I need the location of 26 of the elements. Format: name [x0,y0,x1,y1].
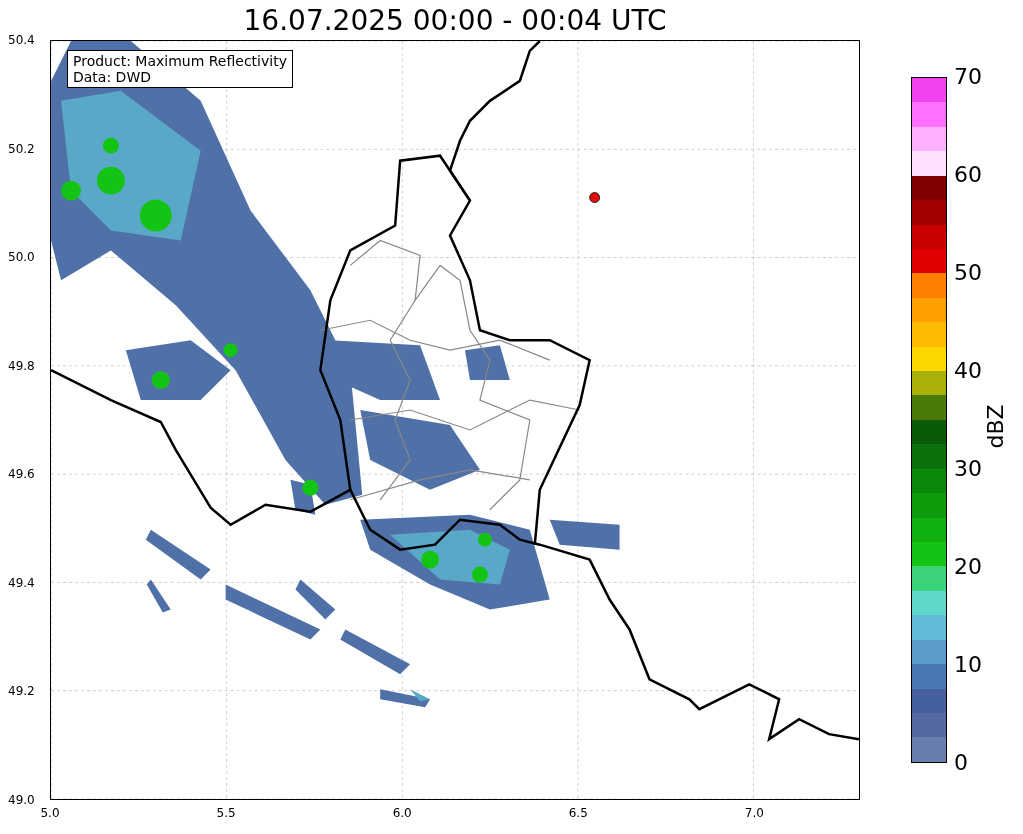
y-tick-label: 50.2 [8,141,35,156]
y-tick-label: 49.0 [8,793,35,807]
colorbar-tick-label: 40 [954,358,982,384]
x-tick-label: 5.5 [216,806,236,820]
colorbar-tick-label: 60 [954,162,982,188]
y-tick-label: 49.4 [8,575,35,590]
colorbar-tick-label: 10 [954,652,982,678]
x-tick-label: 6.5 [568,806,588,820]
colorbar-tick-label: 70 [954,64,982,90]
colorbar-label: dBZ [981,403,1009,451]
y-tick-label: 49.6 [8,467,35,482]
y-tick-label: 49.8 [8,358,35,373]
legend-text: Product: Maximum Reflectivity [73,53,287,69]
colorbar-tick-label: 30 [954,456,982,482]
x-tick-label: 5.0 [40,806,60,820]
y-tick-label: 50.0 [8,250,35,265]
y-tick-label: 49.2 [8,684,35,699]
legend-text: Data: DWD [73,69,152,85]
colorbar-tick-label: 20 [954,554,982,580]
colorbar-tick-label: 50 [954,260,982,286]
plot-title: 16.07.2025 00:00 - 00:04 UTC [242,4,668,38]
site-marker [589,192,600,203]
x-tick-label: 6.0 [392,806,412,820]
y-tick-label: 50.4 [8,33,35,47]
colorbar-tick-label: 0 [954,750,968,776]
x-tick-label: 7.0 [744,806,764,820]
